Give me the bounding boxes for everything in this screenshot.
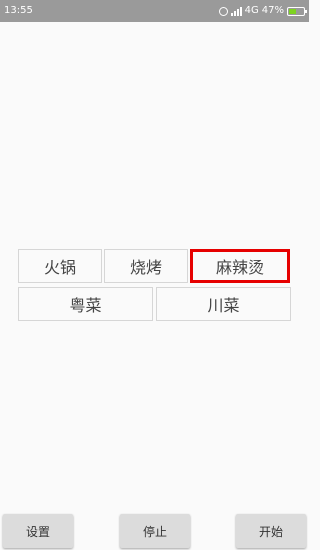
network-type: 4G	[244, 5, 259, 16]
battery-charging-icon	[287, 6, 307, 16]
status-time: 13:55	[4, 5, 33, 16]
food-option-sichuan[interactable]: 川菜	[156, 287, 291, 321]
stop-button[interactable]: 停止	[120, 514, 190, 548]
settings-button[interactable]: 设置	[3, 514, 73, 548]
start-button[interactable]: 开始	[236, 514, 306, 548]
food-option-malatang[interactable]: 麻辣烫	[190, 249, 290, 283]
cellular-signal-icon	[230, 6, 242, 16]
status-bar: 13:55 4G 47%	[0, 0, 309, 22]
food-option-cantonese[interactable]: 粤菜	[18, 287, 153, 321]
status-indicators: 4G 47%	[218, 0, 307, 22]
battery-level-fill	[289, 8, 296, 14]
alarm-clock-icon	[218, 6, 228, 16]
battery-percent: 47%	[261, 5, 284, 16]
food-option-bbq[interactable]: 烧烤	[104, 249, 188, 283]
food-option-hotpot[interactable]: 火锅	[18, 249, 102, 283]
